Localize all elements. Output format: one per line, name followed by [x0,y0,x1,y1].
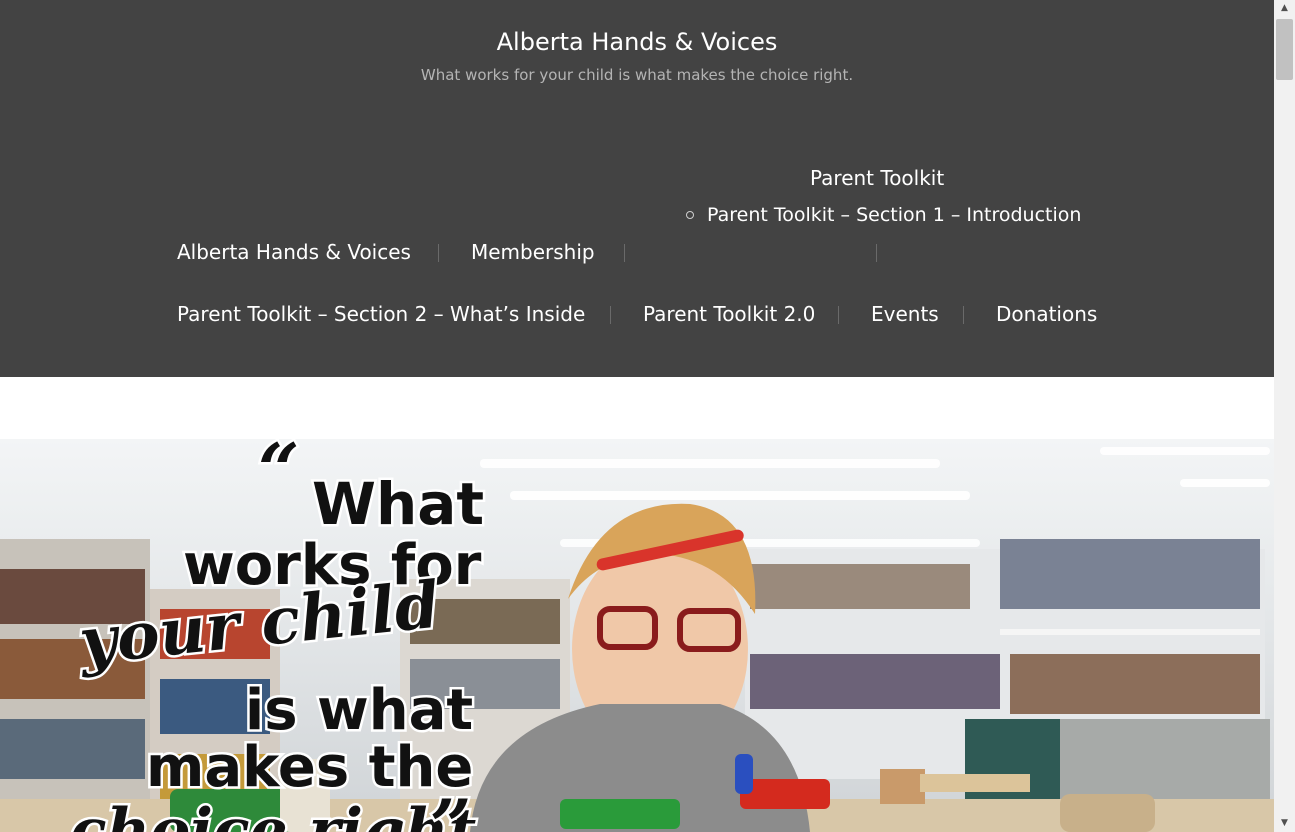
scroll-thumb[interactable] [1276,19,1293,80]
quote-close-mark: ” [430,783,471,832]
nav-item-events[interactable]: Events [871,302,939,326]
site-tagline: What works for your child is what makes … [420,66,854,84]
vertical-scrollbar[interactable]: ▲ ▼ [1274,0,1295,832]
hero-banner: “ What works for your child is what make… [0,439,1274,832]
quote-line-4: is what [245,678,473,743]
quote-line-5: makes the [146,735,473,800]
quote-line-1: What [312,470,484,538]
nav-separator [963,306,964,324]
scroll-down-arrow-icon[interactable]: ▼ [1274,815,1295,832]
quote-line-6: choice right [70,796,477,832]
scroll-up-arrow-icon[interactable]: ▲ [1274,0,1295,17]
nav-separator [876,244,877,262]
nav-separator [610,306,611,324]
hero-photo: “ What works for your child is what make… [0,439,1274,832]
quote-open-mark: “ [258,439,299,512]
site-header: Alberta Hands & Voices What works for yo… [0,0,1274,377]
page: Alberta Hands & Voices What works for yo… [0,0,1274,832]
nav-item-home[interactable]: Alberta Hands & Voices [177,240,411,264]
nav-item-toolkit-2[interactable]: Parent Toolkit 2.0 [643,302,815,326]
nav-separator [838,306,839,324]
submenu-bullet-icon [686,211,694,219]
nav-item-membership[interactable]: Membership [471,240,595,264]
nav-item-toolkit-section-2[interactable]: Parent Toolkit – Section 2 – What’s Insi… [177,302,585,326]
site-title[interactable]: Alberta Hands & Voices [0,28,1274,56]
nav-item-donations[interactable]: Donations [996,302,1097,326]
nav-separator [624,244,625,262]
nav-item-toolkit-section-1[interactable]: Parent Toolkit – Section 1 – Introductio… [707,203,1081,227]
nav-separator [438,244,439,262]
nav-item-parent-toolkit[interactable]: Parent Toolkit [810,166,944,190]
